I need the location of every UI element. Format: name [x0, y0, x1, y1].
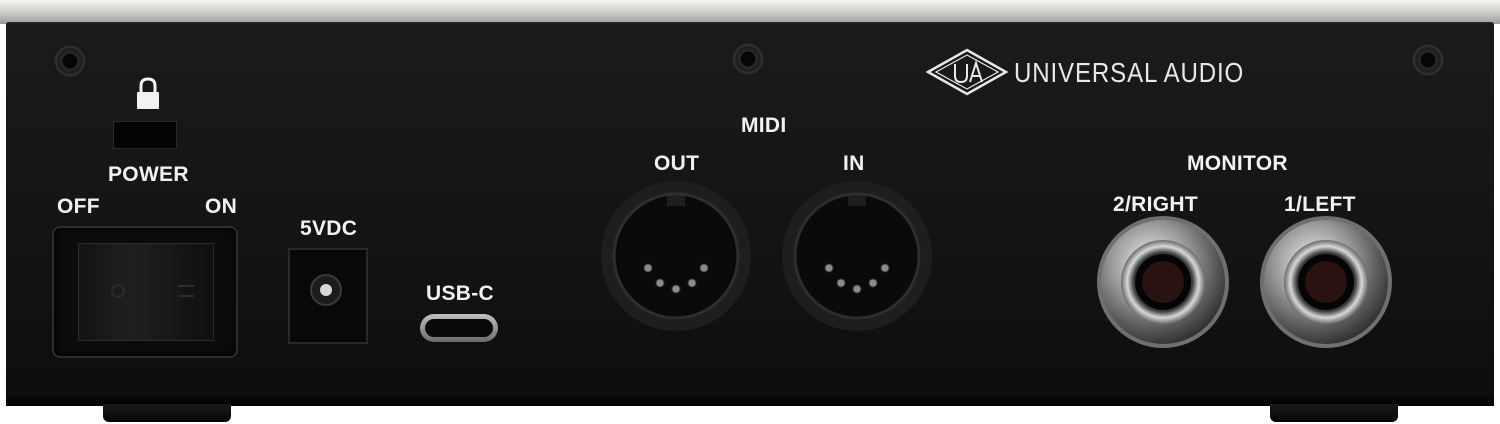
usb-label: USB-C [426, 282, 494, 305]
monitor-right-label: 2/RIGHT [1113, 193, 1198, 216]
monitor-label: MONITOR [1187, 152, 1288, 175]
screw-icon [53, 44, 87, 78]
power-label: POWER [108, 163, 189, 186]
rubber-foot-left [103, 404, 231, 422]
midi-out-label: OUT [654, 152, 700, 175]
screw-icon [1411, 43, 1445, 77]
device-rear-panel-photo: UNIVERSAL AUDIO POWER OFF ON 5VDC USB-C … [0, 0, 1500, 424]
security-lock-slot [113, 121, 177, 149]
midi-in-label: IN [843, 152, 865, 175]
power-off-label: OFF [57, 195, 100, 218]
rubber-foot-right [1270, 404, 1398, 422]
power-on-label: ON [205, 195, 238, 218]
midi-label: MIDI [741, 114, 787, 137]
power-rocker-switch[interactable] [78, 243, 214, 341]
top-chassis-trim [0, 0, 1500, 24]
screw-icon [731, 42, 765, 76]
dc-input-label: 5VDC [300, 217, 358, 240]
usb-c-port-opening [425, 319, 493, 337]
dc-power-jack[interactable] [288, 248, 368, 344]
monitor-left-label: 1/LEFT [1284, 193, 1356, 216]
brand-name: UNIVERSAL AUDIO [1014, 57, 1245, 88]
